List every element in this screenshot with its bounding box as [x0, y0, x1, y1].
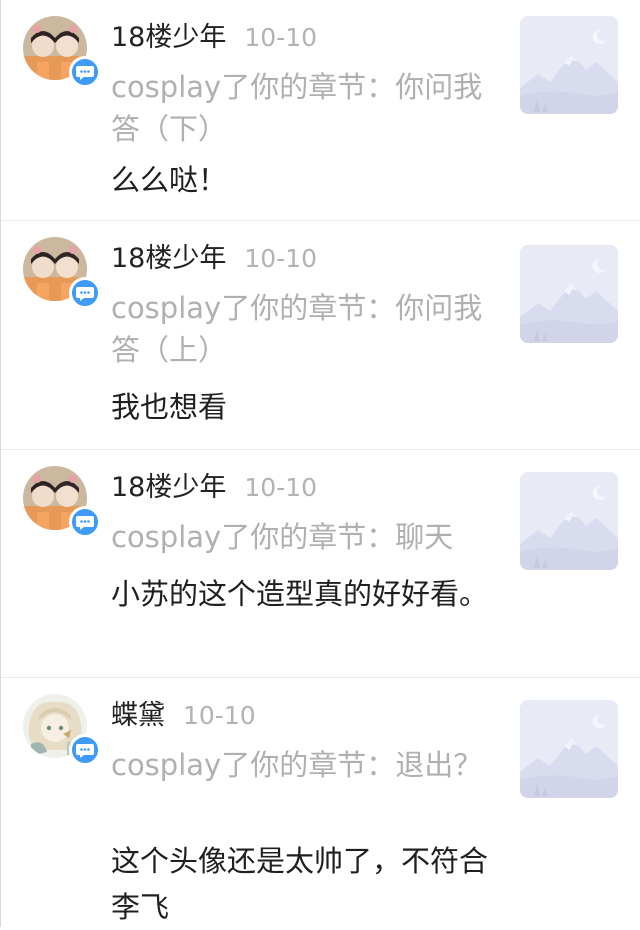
chapter-source-link[interactable]: cosplay了你的章节：你问我答（下）: [111, 66, 491, 150]
comment-item[interactable]: 18楼少年 10-10 cosplay了你的章节：你问我答（上） 我也想看: [1, 221, 640, 449]
image-placeholder-mountain-icon[interactable]: [520, 16, 618, 114]
comment-item[interactable]: 18楼少年 10-10 cosplay了你的章节：聊天 小苏的这个造型真的好好看。: [1, 450, 640, 677]
comment-feed: 18楼少年 10-10 cosplay了你的章节：你问我答（下） 么么哒！ 18…: [0, 0, 640, 927]
user-name[interactable]: 18楼少年: [111, 472, 226, 503]
user-name[interactable]: 18楼少年: [111, 243, 226, 274]
image-placeholder-mountain-icon[interactable]: [520, 700, 618, 798]
chapter-source-link[interactable]: cosplay了你的章节：聊天: [111, 516, 491, 558]
comment-content: 小苏的这个造型真的好好看。: [111, 577, 489, 611]
comment-time: 10-10: [183, 701, 256, 730]
chapter-source-link[interactable]: cosplay了你的章节：退出？: [111, 744, 491, 786]
comment-time: 10-10: [244, 244, 318, 273]
avatar-wrap[interactable]: [23, 237, 101, 309]
comment-content: 么么哒！: [111, 163, 228, 197]
image-placeholder-mountain-icon[interactable]: [520, 472, 618, 570]
avatar-wrap[interactable]: [23, 694, 101, 766]
chapter-source-link[interactable]: cosplay了你的章节：你问我答（上）: [111, 287, 491, 371]
comment-header: 18楼少年 10-10: [111, 239, 317, 279]
comment-bubble-icon: [69, 277, 101, 309]
avatar-wrap[interactable]: [23, 16, 101, 88]
comment-content: 我也想看: [111, 390, 228, 424]
comment-header: 蝶黛 10-10: [111, 696, 256, 736]
comment-bubble-icon: [69, 506, 101, 538]
comment-time: 10-10: [244, 473, 318, 502]
comment-bubble-icon: [69, 734, 101, 766]
comment-bubble-icon: [69, 56, 101, 88]
comment-item[interactable]: 18楼少年 10-10 cosplay了你的章节：你问我答（下） 么么哒！: [1, 0, 640, 220]
comment-time: 10-10: [244, 23, 318, 52]
image-placeholder-mountain-icon[interactable]: [520, 245, 618, 343]
user-name[interactable]: 18楼少年: [111, 22, 226, 53]
avatar-wrap[interactable]: [23, 466, 101, 538]
user-name[interactable]: 蝶黛: [111, 700, 165, 731]
comment-item[interactable]: 蝶黛 10-10 cosplay了你的章节：退出？ 这个头像还是太帅了，不符合李飞: [1, 678, 640, 927]
comment-header: 18楼少年 10-10: [111, 468, 317, 508]
comment-header: 18楼少年 10-10: [111, 18, 317, 58]
comment-content: 这个头像还是太帅了，不符合李飞: [111, 844, 489, 924]
